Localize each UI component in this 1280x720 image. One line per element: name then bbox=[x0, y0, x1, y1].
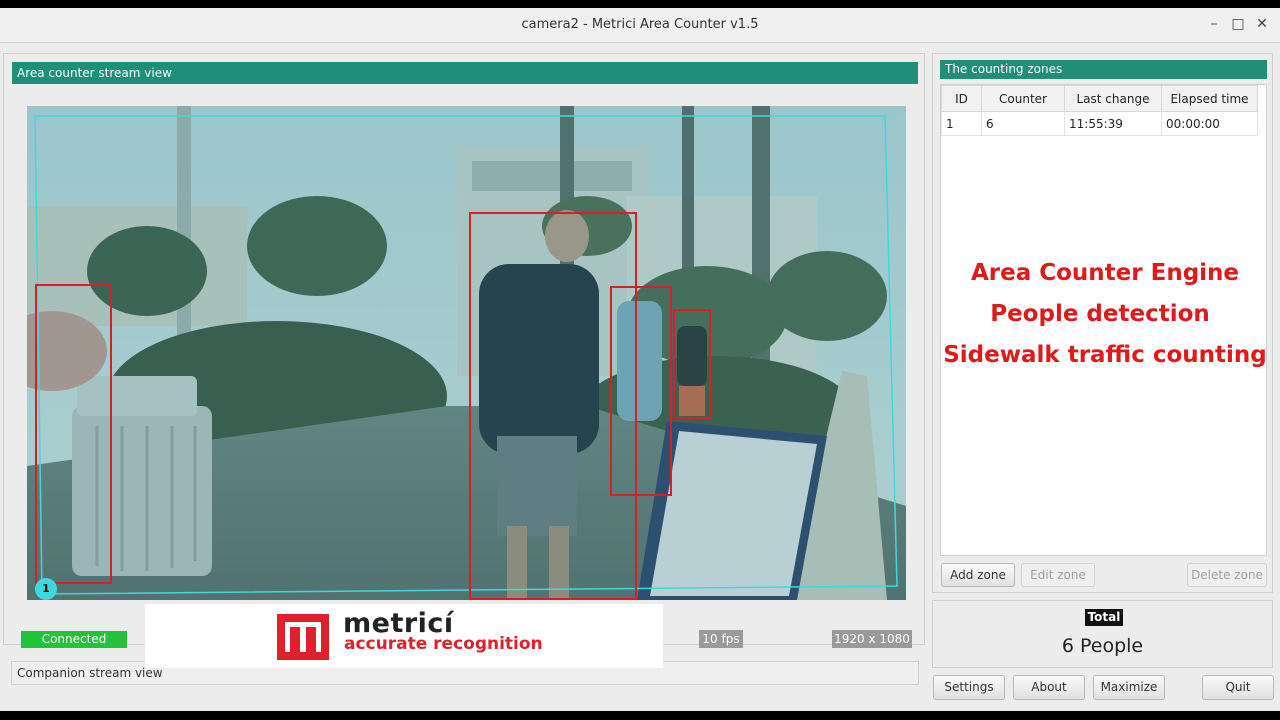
overlay-line-3: Sidewalk traffic counting bbox=[943, 342, 1267, 368]
logo-banner: metricí accurate recognition bbox=[145, 604, 663, 668]
fps-indicator: 10 fps bbox=[699, 630, 743, 648]
close-icon[interactable]: ✕ bbox=[1252, 14, 1272, 34]
zones-table: ID Counter Last change Elapsed time 1 6 … bbox=[941, 85, 1258, 136]
metrici-logo-icon bbox=[277, 614, 329, 660]
total-value: 6 People bbox=[1061, 635, 1144, 657]
resolution-indicator: 1920 x 1080 bbox=[832, 630, 912, 648]
cell-id: 1 bbox=[941, 111, 982, 136]
overlay-line-2: People detection bbox=[990, 301, 1210, 327]
overlay-line-1: Area Counter Engine bbox=[970, 260, 1240, 286]
cell-counter: 6 bbox=[981, 111, 1065, 136]
title-bar: camera2 - Metrici Area Counter v1.5 – □ … bbox=[0, 8, 1280, 43]
about-button[interactable]: About bbox=[1013, 675, 1085, 700]
edit-zone-button[interactable]: Edit zone bbox=[1021, 563, 1095, 587]
col-counter[interactable]: Counter bbox=[981, 85, 1065, 112]
video-feed: 1 bbox=[27, 106, 906, 600]
person-detection-box bbox=[610, 286, 672, 496]
person-detection-box bbox=[673, 309, 711, 419]
col-elapsed-time[interactable]: Elapsed time bbox=[1161, 85, 1258, 112]
cell-elapsed-time: 00:00:00 bbox=[1161, 111, 1258, 136]
total-label: Total bbox=[1085, 609, 1123, 626]
col-id[interactable]: ID bbox=[941, 85, 982, 112]
minimize-icon[interactable]: – bbox=[1204, 14, 1224, 34]
cell-last-change: 11:55:39 bbox=[1064, 111, 1162, 136]
add-zone-button[interactable]: Add zone bbox=[941, 563, 1015, 587]
total-panel: Total 6 People bbox=[932, 600, 1273, 668]
table-row[interactable]: 1 6 11:55:39 00:00:00 bbox=[941, 111, 1258, 136]
col-last-change[interactable]: Last change bbox=[1064, 85, 1162, 112]
zone-id-marker: 1 bbox=[35, 578, 57, 600]
brand-tagline: accurate recognition bbox=[344, 634, 543, 654]
window-title: camera2 - Metrici Area Counter v1.5 bbox=[521, 17, 759, 32]
maximize-button[interactable]: Maximize bbox=[1093, 675, 1165, 700]
connection-status: Connected bbox=[21, 631, 127, 648]
table-header-row: ID Counter Last change Elapsed time bbox=[941, 85, 1258, 112]
street-scene bbox=[27, 106, 906, 600]
delete-zone-button[interactable]: Delete zone bbox=[1187, 563, 1267, 587]
zones-header: The counting zones bbox=[940, 60, 1267, 79]
settings-button[interactable]: Settings bbox=[933, 675, 1005, 700]
maximize-window-icon[interactable]: □ bbox=[1228, 14, 1248, 34]
quit-button[interactable]: Quit bbox=[1202, 675, 1274, 700]
stream-view-header: Area counter stream view bbox=[12, 62, 918, 84]
person-detection-box bbox=[35, 284, 112, 584]
